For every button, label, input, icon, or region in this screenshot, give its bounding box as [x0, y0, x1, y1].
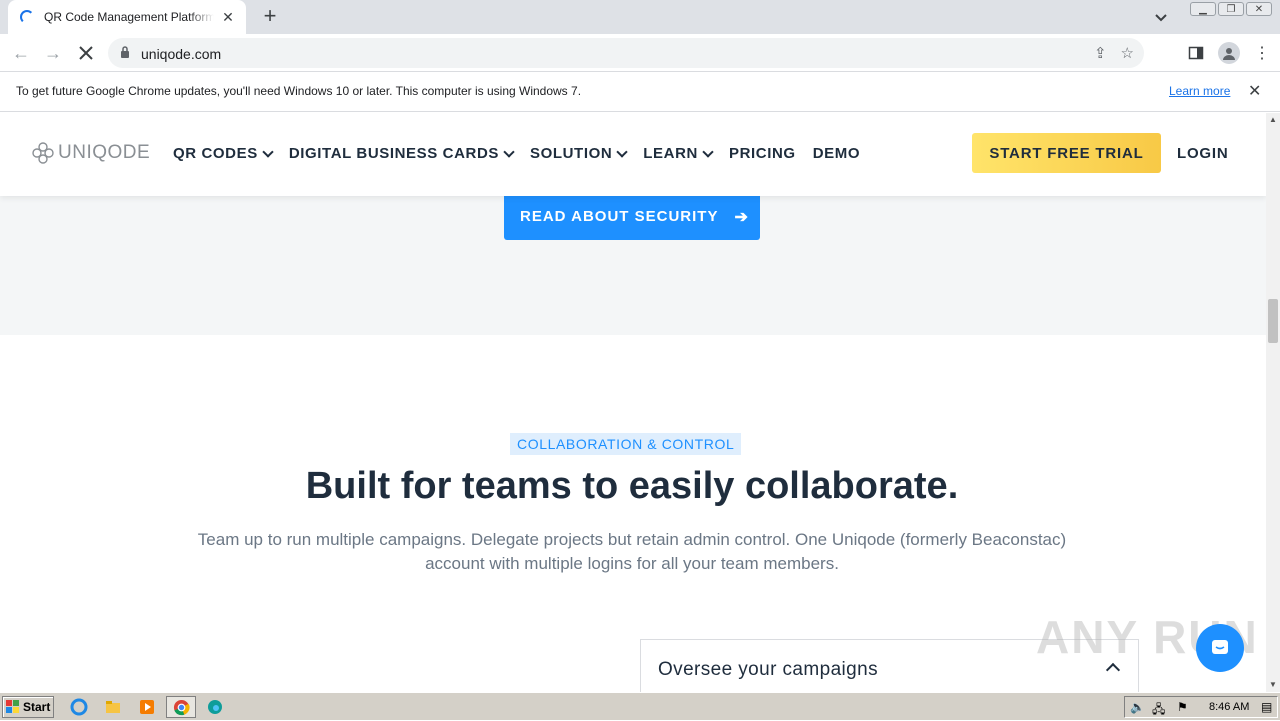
- scroll-down-arrow-icon[interactable]: ▼: [1266, 678, 1280, 692]
- logo-flower-icon: [32, 142, 54, 164]
- tab-close-icon[interactable]: ✕: [220, 9, 236, 26]
- page-viewport: READ ABOUT SECURITY ➔ UNIQODE QR CODES D…: [0, 113, 1266, 692]
- share-icon[interactable]: ⇪: [1094, 44, 1107, 62]
- learn-more-link[interactable]: Learn more: [1169, 84, 1230, 98]
- chevron-down-icon: [262, 145, 274, 158]
- accordion-title: Oversee your campaigns: [658, 659, 879, 680]
- main-nav: QR CODES DIGITAL BUSINESS CARDS SOLUTION…: [173, 145, 860, 162]
- chat-widget-button[interactable]: [1196, 624, 1244, 672]
- url-text[interactable]: uniqode.com: [141, 46, 221, 62]
- restore-button[interactable]: ❐: [1218, 2, 1244, 16]
- close-window-button[interactable]: ✕: [1246, 2, 1272, 16]
- nav-label: DEMO: [812, 145, 861, 162]
- section-headline: Built for teams to easily collaborate.: [305, 465, 959, 507]
- nav-learn[interactable]: LEARN: [643, 145, 714, 162]
- login-link[interactable]: LOGIN: [1177, 145, 1229, 162]
- nav-label: DIGITAL BUSINESS CARDS: [288, 145, 499, 162]
- infobar-message: To get future Google Chrome updates, you…: [16, 84, 582, 98]
- media-player-icon[interactable]: [138, 698, 156, 716]
- edge-icon[interactable]: [206, 698, 224, 716]
- forward-icon[interactable]: →: [42, 42, 64, 64]
- window-controls: ▁ ❐ ✕: [1190, 2, 1272, 16]
- nav-pricing[interactable]: PRICING: [729, 145, 796, 162]
- chevron-down-icon: [503, 145, 515, 158]
- infobar-close-icon[interactable]: ✕: [1248, 81, 1261, 101]
- start-label: Start: [23, 700, 51, 714]
- update-infobar: To get future Google Chrome updates, you…: [0, 72, 1280, 112]
- new-tab-button[interactable]: +: [258, 5, 282, 29]
- uniqode-logo[interactable]: UNIQODE: [32, 142, 150, 164]
- nav-demo[interactable]: DEMO: [813, 145, 860, 162]
- lock-icon[interactable]: [120, 46, 130, 58]
- chevron-down-icon: [702, 145, 714, 158]
- back-icon[interactable]: ←: [10, 42, 32, 64]
- scrollbar-thumb[interactable]: [1268, 299, 1278, 343]
- stop-loading-icon[interactable]: [75, 42, 97, 64]
- nav-digital-business-cards[interactable]: DIGITAL BUSINESS CARDS: [288, 145, 515, 162]
- windows-logo-icon: [6, 700, 19, 713]
- taskbar-clock[interactable]: 8:46 AM: [1209, 701, 1249, 713]
- section-description: Team up to run multiple campaigns. Deleg…: [197, 530, 1067, 573]
- start-button[interactable]: Start: [2, 696, 54, 718]
- nav-qr-codes[interactable]: QR CODES: [173, 145, 274, 162]
- side-panel-icon[interactable]: [1188, 45, 1204, 61]
- nav-solution[interactable]: SOLUTION: [529, 145, 628, 162]
- file-explorer-icon[interactable]: [104, 698, 122, 716]
- scroll-up-arrow-icon[interactable]: ▲: [1266, 113, 1280, 127]
- page-scrollbar[interactable]: ▲ ▼: [1266, 113, 1280, 692]
- nav-label: QR CODES: [173, 145, 258, 162]
- chat-icon: [1212, 640, 1228, 654]
- internet-explorer-icon[interactable]: [70, 698, 88, 716]
- person-icon: [1223, 48, 1235, 60]
- loading-spinner-icon: [20, 10, 34, 24]
- browser-toolbar: ← → uniqode.com ⇪ ☆ ⋮: [0, 34, 1280, 72]
- chrome-icon: [173, 699, 190, 716]
- windows-taskbar: Start 🔈 🖧 ⚑ ▤ 8:46 AM: [0, 692, 1280, 720]
- tab-search-chevron-icon[interactable]: [1152, 8, 1170, 26]
- tab-title: QR Code Management Platform for n: [44, 10, 214, 24]
- chevron-down-icon: [616, 145, 628, 158]
- site-header: UNIQODE QR CODES DIGITAL BUSINESS CARDS …: [0, 113, 1266, 196]
- start-free-trial-button[interactable]: START FREE TRIAL: [972, 133, 1161, 173]
- nav-label: LEARN: [643, 145, 698, 162]
- network-icon[interactable]: 🖧: [1152, 700, 1165, 721]
- logo-text: UNIQODE: [58, 142, 151, 163]
- action-center-flag-icon[interactable]: ⚑: [1177, 700, 1188, 714]
- profile-avatar[interactable]: [1218, 42, 1240, 64]
- menu-kebab-icon[interactable]: ⋮: [1254, 43, 1270, 63]
- nav-label: SOLUTION: [529, 145, 613, 162]
- address-bar[interactable]: uniqode.com ⇪ ☆: [108, 38, 1144, 68]
- read-about-security-button[interactable]: READ ABOUT SECURITY ➔: [504, 193, 760, 240]
- tab-strip: QR Code Management Platform for n ✕ + ▁ …: [0, 0, 1280, 34]
- arrow-right-icon: ➔: [734, 208, 749, 226]
- bookmark-star-icon[interactable]: ☆: [1121, 44, 1134, 62]
- show-desktop-icon[interactable]: ▤: [1261, 700, 1272, 714]
- system-tray: 🔈 🖧 ⚑ ▤: [1124, 696, 1278, 718]
- section-badge: COLLABORATION & CONTROL: [510, 433, 742, 455]
- chrome-taskbar-button[interactable]: [166, 696, 196, 718]
- chevron-up-icon[interactable]: [1105, 662, 1121, 678]
- nav-label: PRICING: [728, 145, 796, 162]
- browser-tab[interactable]: QR Code Management Platform for n ✕: [8, 0, 246, 34]
- security-button-label: READ ABOUT SECURITY: [520, 208, 719, 225]
- minimize-button[interactable]: ▁: [1190, 2, 1216, 16]
- volume-icon[interactable]: 🔈: [1130, 700, 1145, 714]
